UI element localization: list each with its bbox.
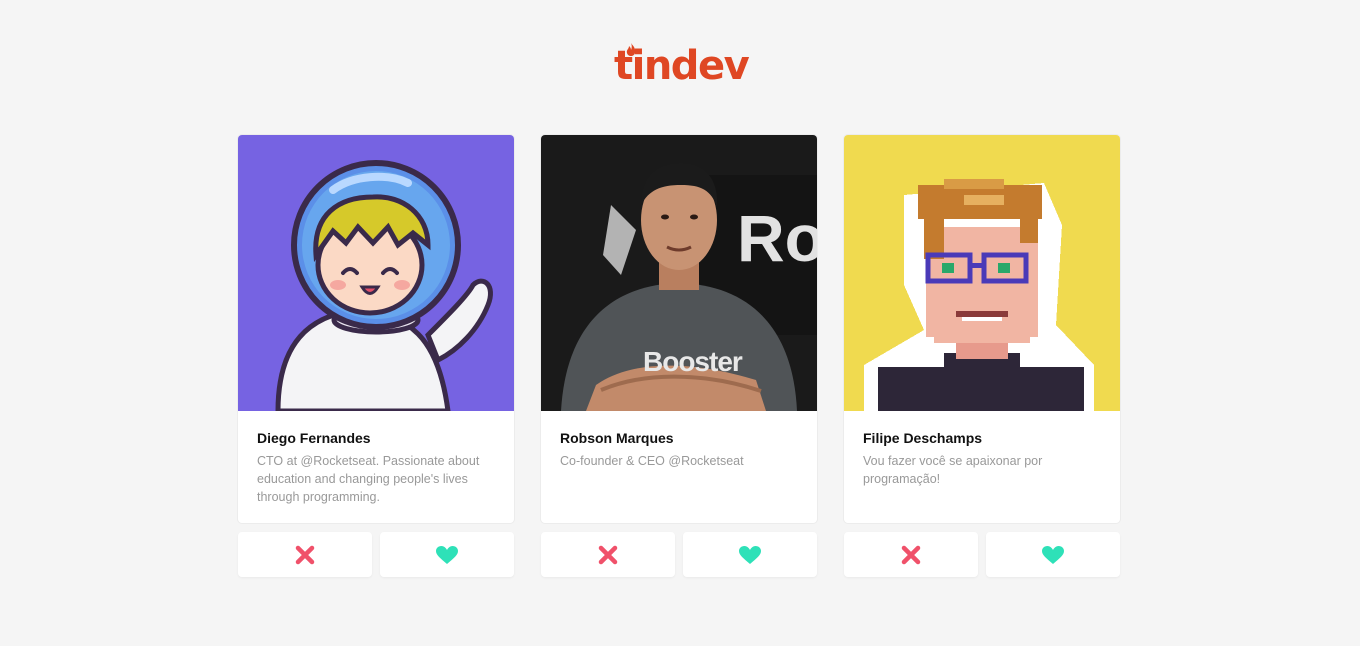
card-actions [844,532,1120,577]
like-button[interactable] [683,532,817,577]
dislike-button[interactable] [844,532,978,577]
flame-icon [626,43,636,56]
dev-card: Diego Fernandes CTO at @Rocketseat. Pass… [238,135,514,577]
shirt-text: Booster [643,346,743,377]
heart-icon [1042,545,1064,564]
dev-bio: CTO at @Rocketseat. Passionate about edu… [257,454,480,504]
dev-card-main: Filipe Deschamps Vou fazer você se apaix… [844,135,1120,523]
pixel-art-avatar [844,135,1120,411]
dev-card-main: Diego Fernandes CTO at @Rocketseat. Pass… [238,135,514,523]
dev-card: Filipe Deschamps Vou fazer você se apaix… [844,135,1120,577]
person-photo-avatar: Ro Booster [541,135,817,411]
dev-name: Diego Fernandes [257,430,371,446]
card-actions [541,532,817,577]
dev-card-main: Ro Booster Robson Marques Co-founder & C… [541,135,817,523]
dev-bio: Co-founder & CEO @Rocketseat [560,454,744,468]
card-actions [238,532,514,577]
dislike-button[interactable] [541,532,675,577]
background-sign-text: Ro [737,201,817,275]
astronaut-avatar [238,135,514,411]
dev-name: Robson Marques [560,430,674,446]
heart-icon [436,545,458,564]
like-button[interactable] [986,532,1120,577]
dev-card: Ro Booster Robson Marques Co-founder & C… [541,135,817,577]
dev-bio: Vou fazer você se apaixonar por programa… [863,454,1043,486]
heart-icon [739,545,761,564]
x-icon [295,545,315,564]
dev-name: Filipe Deschamps [863,430,983,446]
dislike-button[interactable] [238,532,372,577]
like-button[interactable] [380,532,514,577]
x-icon [598,545,618,564]
x-icon [901,545,921,564]
